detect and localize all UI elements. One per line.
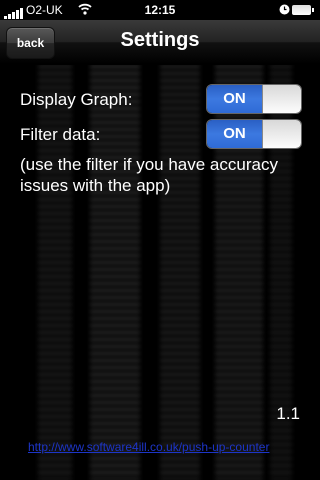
status-time: 12:15 — [144, 3, 176, 17]
navigation-bar: back Settings — [0, 20, 320, 65]
clock-icon — [279, 4, 290, 15]
toggle-on-label: ON — [207, 120, 262, 148]
filter-data-toggle[interactable]: ON — [206, 119, 302, 149]
display-graph-label: Display Graph: — [20, 90, 133, 109]
filter-data-label: Filter data: — [20, 125, 101, 144]
toggle-on-label: ON — [207, 85, 262, 113]
page-title: Settings — [120, 29, 200, 51]
filter-hint-text: (use the filter if you have accuracy iss… — [20, 155, 278, 195]
website-link[interactable]: http://www.software4ill.co.uk/push-up-co… — [28, 440, 269, 454]
display-graph-toggle[interactable]: ON — [206, 84, 302, 114]
version-number: 1.1 — [276, 404, 300, 423]
toggle-knob — [262, 120, 301, 148]
battery-icon — [292, 5, 314, 15]
toggle-knob — [262, 85, 301, 113]
status-bar: O2-UK 12:15 — [0, 0, 320, 20]
